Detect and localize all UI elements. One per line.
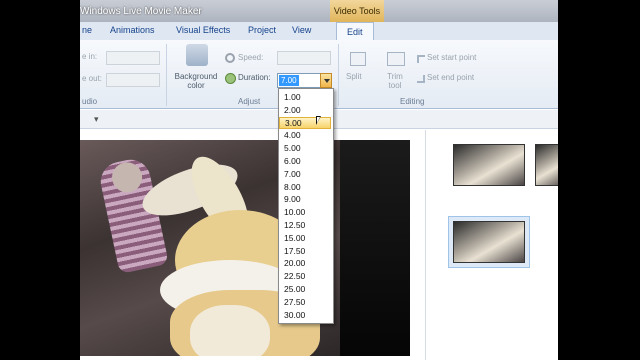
duration-option[interactable]: 12.50 [279, 219, 331, 232]
tab-visual-effects[interactable]: Visual Effects [176, 25, 230, 35]
adjust-group-label: Adjust [238, 97, 261, 106]
app-window: Windows Live Movie Maker Video Tools ne … [80, 0, 558, 360]
doll-head [109, 159, 145, 196]
clip-thumbnail[interactable] [453, 144, 525, 186]
speedometer-icon [225, 53, 235, 63]
editing-group-label: Editing [400, 97, 425, 106]
speed-label: Speed: [238, 53, 264, 62]
duration-option[interactable]: 2.00 [279, 104, 331, 117]
duration-option[interactable]: 1.00 [279, 91, 331, 104]
set-start-point-button[interactable]: Set start point [427, 53, 476, 62]
background-color-button[interactable]: Background color [170, 72, 222, 90]
tab-view[interactable]: View [292, 25, 311, 35]
app-title: Windows Live Movie Maker [80, 6, 202, 17]
video-preview[interactable] [80, 140, 410, 356]
set-end-point-button[interactable]: Set end point [427, 73, 474, 82]
title-bar: Windows Live Movie Maker Video Tools [80, 0, 558, 22]
trim-tool-button[interactable]: Trim tool [384, 72, 406, 90]
duration-dropdown-list: 1.00 2.00 3.00 4.00 5.00 6.00 7.00 8.00 9.00 10.0… [278, 88, 334, 324]
duration-option[interactable]: 25.00 [279, 283, 331, 296]
split-button[interactable]: Split [346, 72, 362, 81]
duration-option[interactable]: 5.00 [279, 142, 331, 155]
set-end-icon [417, 75, 425, 83]
trim-icon [387, 52, 405, 66]
tab-project[interactable]: Project [248, 25, 276, 35]
duration-dropdown-arrow[interactable] [320, 73, 332, 88]
duration-option[interactable]: 10.00 [279, 206, 331, 219]
set-start-icon [417, 55, 425, 63]
clip-thumbnail[interactable] [453, 221, 525, 263]
duration-option[interactable]: 20.00 [279, 257, 331, 270]
mouse-cursor-icon [316, 116, 321, 125]
fade-in-select[interactable] [106, 51, 160, 65]
tab-edit[interactable]: Edit [336, 22, 374, 41]
duration-option[interactable]: 8.00 [279, 181, 331, 194]
clock-icon [225, 73, 236, 84]
duration-label: Duration: [238, 73, 271, 82]
paint-bucket-icon [186, 44, 208, 66]
duration-value: 7.00 [279, 75, 299, 86]
preview-letterbox [340, 140, 410, 356]
fade-out-label: e out: [82, 74, 103, 83]
tab-animations[interactable]: Animations [110, 25, 155, 35]
selected-clip-frame[interactable] [448, 216, 530, 268]
audio-group-label: udio [82, 97, 98, 106]
duration-option[interactable]: 6.00 [279, 155, 331, 168]
duration-option[interactable]: 15.00 [279, 232, 331, 245]
clip-thumbnail[interactable] [535, 144, 558, 186]
small-bear [190, 305, 270, 356]
fade-in-label: e in: [82, 52, 98, 61]
ribbon-tab-bar: ne Animations Visual Effects Project Vie… [80, 22, 558, 41]
tab-home[interactable]: ne [82, 25, 92, 35]
duration-option[interactable]: 4.00 [279, 129, 331, 142]
duration-option[interactable]: 7.00 [279, 168, 331, 181]
chevron-down-icon[interactable]: ▾ [94, 114, 99, 125]
duration-option[interactable]: 30.00 [279, 309, 331, 322]
duration-option[interactable]: 22.50 [279, 270, 331, 283]
storyboard-pane[interactable] [425, 130, 558, 360]
duration-option[interactable]: 17.50 [279, 245, 331, 258]
group-separator [166, 44, 167, 106]
split-icon [350, 52, 366, 66]
duration-option[interactable]: 27.50 [279, 296, 331, 309]
fade-out-select[interactable] [106, 73, 160, 87]
group-separator [338, 44, 339, 106]
video-tools-contextual-tab: Video Tools [330, 0, 384, 22]
duration-option[interactable]: 3.00 [279, 116, 331, 130]
speed-select[interactable] [277, 51, 331, 65]
duration-option[interactable]: 9.00 [279, 193, 331, 206]
